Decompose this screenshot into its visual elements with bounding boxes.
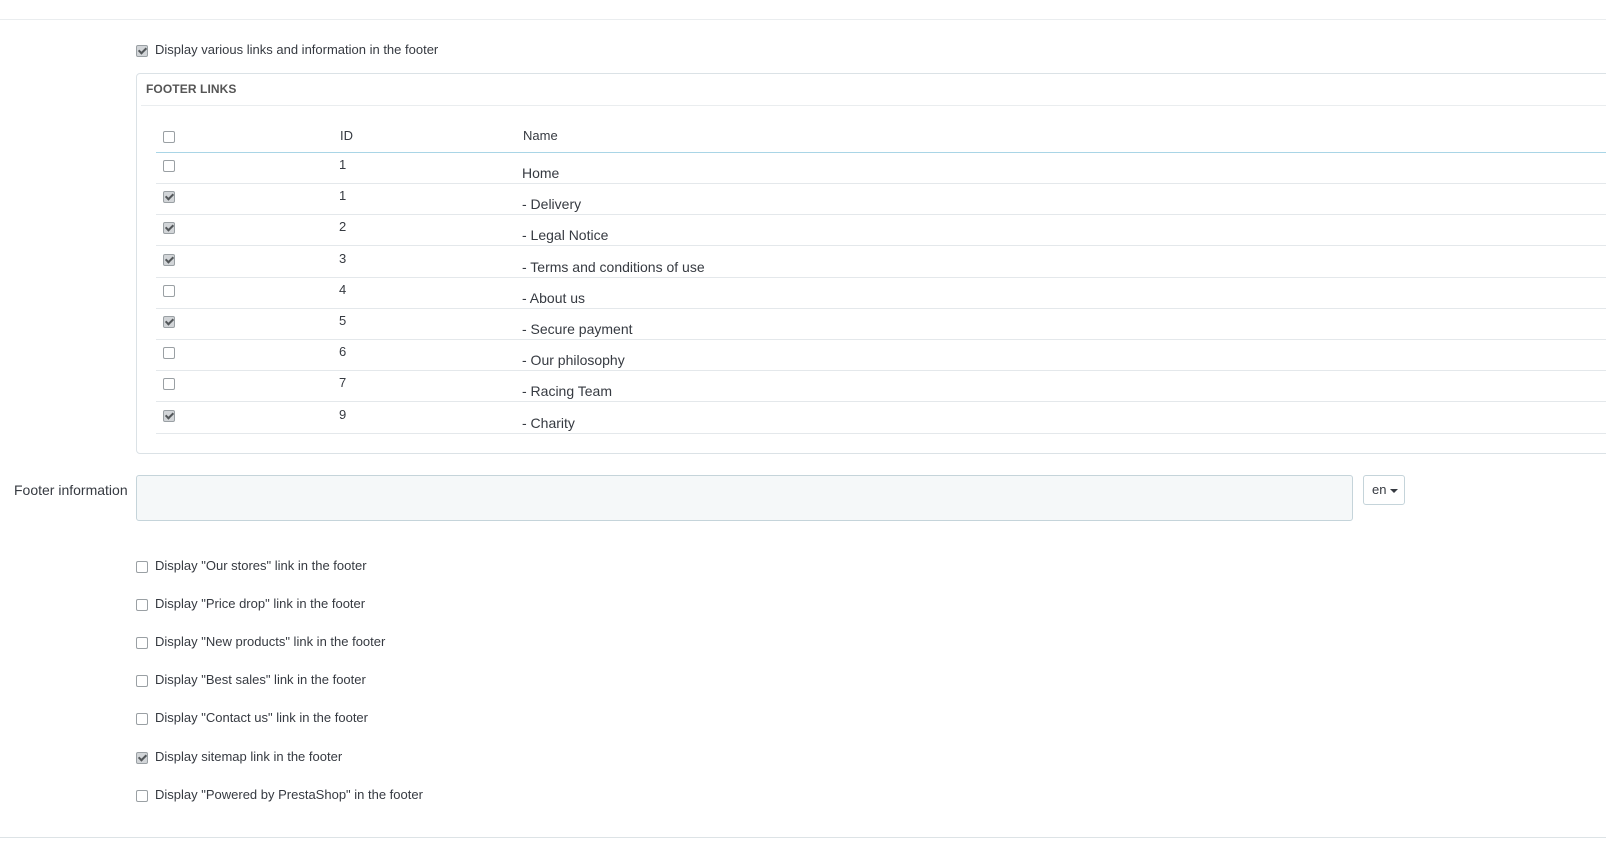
footer-option-checkbox[interactable] (136, 751, 148, 764)
table-row: 4 - About us (156, 278, 1606, 309)
row-id: 5 (339, 313, 347, 328)
footer-option-checkbox[interactable] (136, 789, 148, 802)
footer-option-label: Display "Price drop" link in the footer (155, 596, 366, 612)
row-checkbox[interactable] (163, 284, 175, 297)
row-name: - Racing Team (522, 383, 613, 400)
footer-option-label: Display "Our stores" link in the footer (155, 558, 367, 573)
panel-title-divider (141, 105, 1606, 106)
top-divider (0, 19, 1606, 20)
row-checkbox[interactable] (163, 191, 175, 204)
row-checkbox[interactable] (163, 378, 175, 391)
row-id: 7 (339, 375, 347, 391)
row-id: 4 (339, 281, 347, 297)
footer-option-label: Display "New products" link in the foote… (155, 634, 386, 650)
row-checkbox[interactable] (163, 160, 175, 172)
display-footer-links-checkbox[interactable] (136, 45, 148, 57)
row-id: 3 (339, 250, 347, 266)
footer-option-checkbox[interactable] (136, 675, 148, 688)
row-name: Home (522, 165, 560, 181)
row-id: 1 (339, 157, 347, 172)
column-header-id: ID (340, 128, 353, 143)
table-row: 9 - Charity (156, 403, 1606, 434)
table-row: 7 - Racing Team (156, 371, 1606, 403)
column-header-name: Name (523, 128, 558, 143)
row-checkbox[interactable] (163, 409, 175, 422)
table-row: 6 - Our philosophy (156, 340, 1606, 372)
caret-down-icon (1390, 489, 1398, 493)
row-checkbox[interactable] (163, 222, 175, 235)
row-id: 2 (339, 219, 347, 235)
language-dropdown[interactable]: en (1363, 475, 1405, 505)
footer-option-checkbox[interactable] (136, 561, 148, 573)
row-checkbox[interactable] (163, 316, 175, 328)
bottom-divider (0, 837, 1606, 838)
footer-option-label: Display "Contact us" link in the footer (155, 710, 368, 726)
row-id: 1 (339, 188, 347, 204)
row-name: - Secure payment (522, 321, 633, 337)
footer-option-checkbox[interactable] (136, 713, 148, 726)
row-id: 6 (339, 344, 347, 360)
row-name: - About us (522, 289, 586, 306)
row-id: 9 (339, 406, 347, 422)
footer-information-label: Footer information (14, 482, 128, 498)
table-row: 1 - Delivery (156, 184, 1606, 216)
footer-option-checkbox[interactable] (136, 599, 148, 612)
row-checkbox[interactable] (163, 347, 175, 360)
table-row: 3 - Terms and conditions of use (156, 247, 1606, 278)
row-checkbox[interactable] (163, 253, 175, 266)
row-name: - Legal Notice (522, 227, 609, 244)
footer-option-label: Display "Powered by PrestaShop" in the f… (155, 786, 423, 802)
panel-title: FOOTER LINKS (146, 82, 237, 96)
footer-option-label: Display "Best sales" link in the footer (155, 672, 366, 688)
row-name: - Charity (522, 414, 575, 431)
table-row: 1 Home (156, 153, 1606, 184)
footer-information-textarea[interactable] (136, 475, 1353, 521)
row-name: - Terms and conditions of use (522, 258, 705, 275)
language-value: en (1372, 482, 1387, 497)
footer-option-checkbox[interactable] (136, 637, 148, 650)
display-footer-links-label: Display various links and information in… (155, 42, 439, 57)
row-name: - Our philosophy (522, 352, 625, 369)
footer-option-label: Display sitemap link in the footer (155, 748, 343, 764)
select-all-checkbox[interactable] (163, 131, 175, 143)
table-row: 5 - Secure payment (156, 309, 1606, 340)
row-name: - Delivery (522, 196, 582, 213)
table-row: 2 - Legal Notice (156, 215, 1606, 247)
row-divider (156, 432, 1606, 434)
